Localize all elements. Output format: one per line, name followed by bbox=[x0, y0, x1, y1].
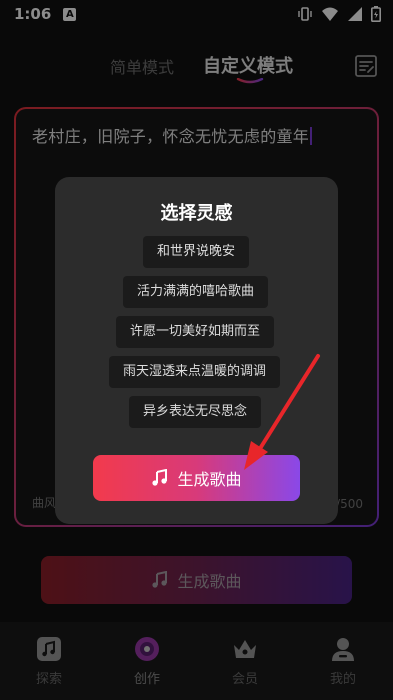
inspiration-option[interactable]: 许愿一切美好如期而至 bbox=[116, 316, 275, 348]
inspiration-option[interactable]: 异乡表达无尽思念 bbox=[129, 396, 262, 428]
inspiration-option[interactable]: 雨天湿透来点温暖的调调 bbox=[109, 356, 281, 388]
modal-generate-label: 生成歌曲 bbox=[177, 470, 242, 489]
music-note-icon bbox=[152, 469, 168, 486]
inspiration-option[interactable]: 活力满满的嘻哈歌曲 bbox=[123, 276, 269, 308]
modal-generate-button[interactable]: 生成歌曲 bbox=[93, 455, 300, 501]
modal-title: 选择灵感 bbox=[160, 203, 233, 224]
inspiration-option[interactable]: 和世界说晚安 bbox=[143, 236, 250, 268]
inspiration-modal: 选择灵感 和世界说晚安 活力满满的嘻哈歌曲 许愿一切美好如期而至 雨天湿透来点温… bbox=[55, 177, 338, 524]
